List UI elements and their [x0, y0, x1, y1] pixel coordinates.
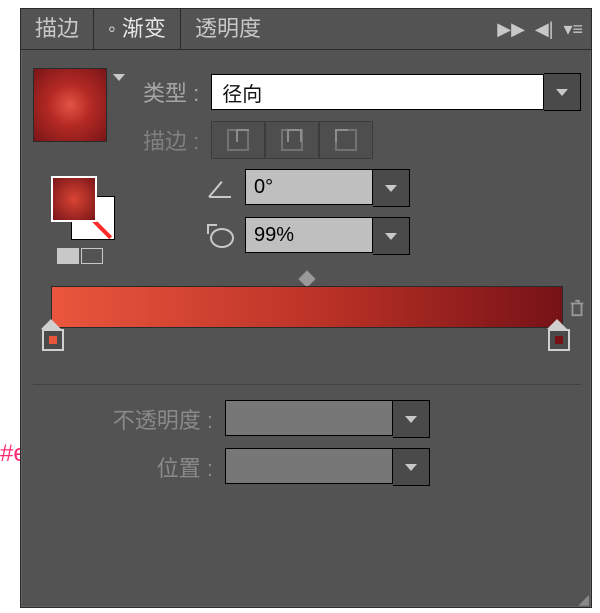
gradient-slider [51, 286, 563, 328]
stroke-align-center-button[interactable] [265, 121, 319, 159]
divider [33, 384, 581, 385]
angle-input[interactable]: 0° [245, 169, 373, 205]
gradient-bar[interactable] [51, 286, 563, 328]
chevron-down-icon [385, 185, 397, 192]
fill-swatch[interactable] [51, 176, 97, 222]
tab-gradient[interactable]: ◦ 渐变 [93, 8, 181, 49]
fill-stroke-stack [51, 176, 115, 240]
chevron-down-icon [556, 89, 568, 96]
trash-icon[interactable] [568, 299, 586, 317]
position-label: 位置 : [33, 451, 213, 483]
chevron-down-icon [385, 233, 397, 240]
tab-bar: 描边 ◦ 渐变 透明度 ▶▶ ◀| ▾≡ [21, 9, 591, 50]
type-label: 类型 : [143, 76, 199, 108]
panel-body: 类型 : 径向 描边 : [21, 50, 591, 499]
type-dropdown-button[interactable] [544, 73, 581, 111]
gradient-panel: 描边 ◦ 渐变 透明度 ▶▶ ◀| ▾≡ 类型 : [20, 8, 592, 608]
stroke-align-outside-button[interactable] [319, 121, 373, 159]
gradient-swatch-dropdown-icon[interactable] [113, 74, 125, 81]
opacity-input[interactable] [225, 400, 393, 436]
type-select[interactable]: 径向 [211, 73, 581, 111]
angle-dropdown-button[interactable] [373, 169, 410, 207]
gradient-stop-start[interactable] [42, 329, 64, 351]
chevron-down-icon [405, 416, 417, 423]
position-input[interactable] [225, 448, 393, 484]
flyout-menu-icon[interactable]: ▾≡ [563, 19, 583, 40]
fast-forward-icon[interactable]: ▶▶ [497, 19, 525, 40]
aspect-ratio-icon [207, 226, 233, 246]
app-root: #761217 #ea563d 描边 ◦ 渐变 透明度 ▶▶ ◀| ▾≡ [0, 0, 600, 613]
tiny-icon-a[interactable] [57, 248, 79, 264]
tiny-icon-b[interactable] [81, 248, 103, 264]
collapse-icon[interactable]: ◀| [535, 19, 554, 40]
aspect-input[interactable]: 99% [245, 217, 373, 253]
position-dropdown-button[interactable] [393, 448, 430, 486]
tiny-swatch-icons [57, 248, 161, 264]
aspect-dropdown-button[interactable] [373, 217, 410, 255]
angle-icon [209, 176, 233, 200]
stroke-label: 描边 : [143, 124, 199, 156]
gradient-swatch[interactable] [33, 68, 107, 142]
stroke-align-group [211, 121, 373, 159]
panel-menu-area: ▶▶ ◀| ▾≡ [497, 9, 583, 49]
tab-stroke[interactable]: 描边 [21, 9, 93, 49]
stroke-align-inside-button[interactable] [211, 121, 265, 159]
opacity-label: 不透明度 : [33, 403, 213, 435]
resize-grip-icon[interactable]: ◢ [578, 595, 587, 603]
tab-transparency[interactable]: 透明度 [181, 9, 275, 49]
chevron-down-icon [405, 464, 417, 471]
gradient-stop-end[interactable] [548, 329, 570, 351]
type-value: 径向 [211, 74, 544, 110]
opacity-dropdown-button[interactable] [393, 400, 430, 438]
